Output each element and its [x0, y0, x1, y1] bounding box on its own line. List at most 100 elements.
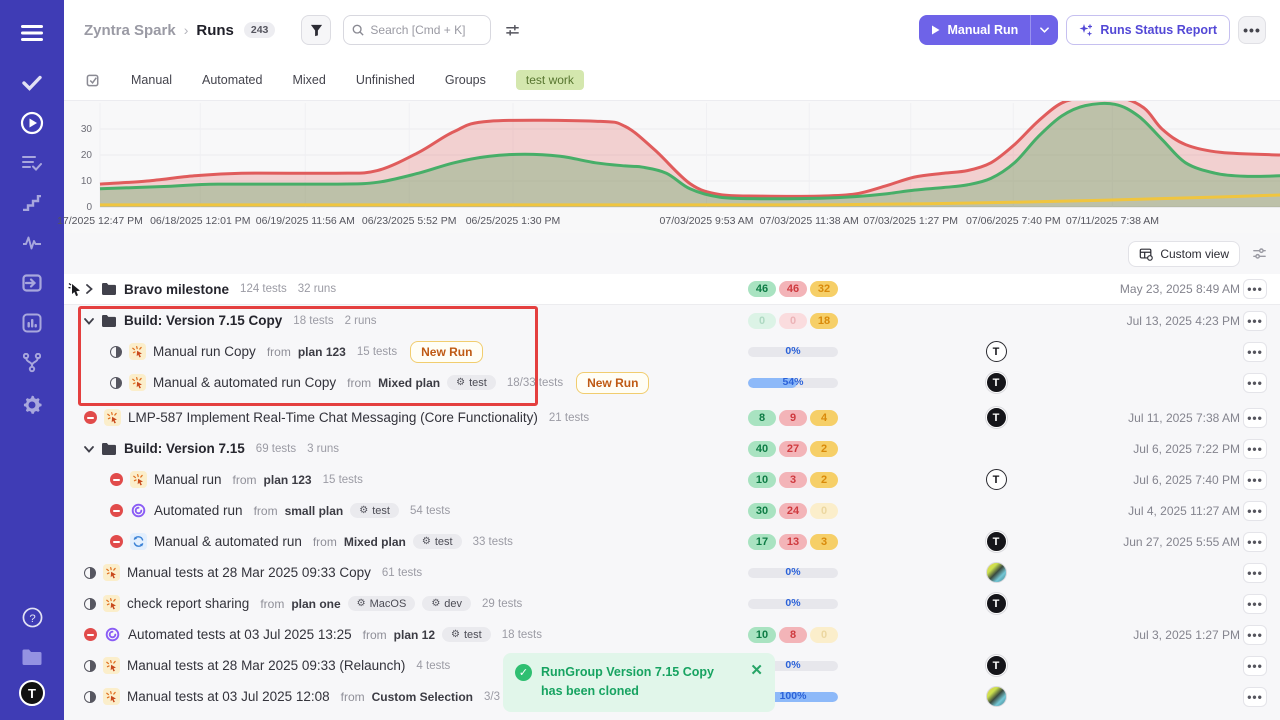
run-group-row[interactable]: Build: Version 7.1569 tests3 runs40272Ju… — [64, 433, 1280, 464]
stat-pill-red: 8 — [779, 627, 807, 643]
row-more-button[interactable]: ••• — [1243, 342, 1267, 362]
row-more-button[interactable]: ••• — [1243, 687, 1267, 707]
mixed-run-icon — [130, 533, 147, 550]
assignee-avatar: T — [986, 407, 1007, 428]
row-more-button[interactable]: ••• — [1243, 594, 1267, 614]
manual-run-button[interactable]: Manual Run — [919, 23, 1030, 37]
row-more-button[interactable]: ••• — [1243, 532, 1267, 552]
stat-pill-red: 46 — [779, 281, 807, 297]
sidebar-item-milestones[interactable] — [15, 186, 49, 220]
sidebar-item-menu[interactable] — [15, 16, 49, 50]
run-row[interactable]: Manual & automated runfromMixed plan⚙tes… — [64, 526, 1280, 557]
row-content: LMP-587 Implement Real-Time Chat Messagi… — [64, 409, 589, 426]
row-more-button[interactable]: ••• — [1243, 470, 1267, 490]
source-plan-name: plan one — [291, 597, 340, 611]
source-plan-name: small plan — [285, 504, 344, 518]
sidebar-item-settings[interactable] — [15, 388, 49, 422]
row-timestamp: Jul 13, 2025 4:23 PM — [1127, 314, 1240, 328]
run-review-icon[interactable] — [86, 73, 101, 88]
custom-view-button[interactable]: Custom view — [1128, 241, 1240, 267]
search-box[interactable] — [343, 15, 491, 45]
run-group-row[interactable]: Bravo milestone124 tests32 runs464632May… — [64, 274, 1280, 305]
run-row[interactable]: Manual runfromplan 12315 tests1032TJul 6… — [64, 464, 1280, 495]
row-more-button[interactable]: ••• — [1243, 501, 1267, 521]
sidebar-item-branches[interactable] — [15, 346, 49, 380]
top-bar: Zyntra Spark › Runs 243 Manual Run — [64, 0, 1280, 60]
stat-pill-red: 9 — [779, 410, 807, 426]
x-axis-tick: 06/23/2025 5:52 PM — [362, 215, 457, 227]
from-label: from — [341, 690, 365, 704]
active-filter-tag[interactable]: test work — [516, 70, 584, 90]
sidebar-item-defects[interactable] — [15, 146, 49, 180]
tab-manual[interactable]: Manual — [131, 73, 172, 87]
row-more-button[interactable]: ••• — [1243, 311, 1267, 331]
row-timestamp: Jul 3, 2025 1:27 PM — [1133, 628, 1240, 642]
filter-button[interactable] — [301, 15, 331, 45]
workspace-avatar[interactable]: T — [19, 680, 45, 706]
progress-percent-label: 0% — [748, 597, 838, 609]
sidebar-item-reports[interactable] — [15, 306, 49, 340]
chevron-down-icon[interactable] — [84, 444, 94, 454]
tab-automated[interactable]: Automated — [202, 73, 262, 87]
tab-groups[interactable]: Groups — [445, 73, 486, 87]
manual-run-dropdown-button[interactable] — [1030, 15, 1058, 45]
run-row[interactable]: Manual & automated run CopyfromMixed pla… — [64, 367, 1280, 398]
assignee-avatar: T — [986, 372, 1007, 393]
row-content: Manual run Copyfromplan 12315 testsNew R… — [64, 341, 483, 363]
row-more-button[interactable]: ••• — [1243, 625, 1267, 645]
row-timestamp: Jul 11, 2025 7:38 AM — [1128, 411, 1240, 425]
assignee-cell: T — [984, 372, 1008, 393]
chevron-right-icon[interactable] — [84, 284, 94, 294]
sparkles-icon — [1079, 23, 1093, 37]
automated-run-icon — [130, 502, 147, 519]
tab-mixed[interactable]: Mixed — [292, 73, 325, 87]
tab-bar: Manual Automated Mixed Unfinished Groups test… — [64, 60, 1280, 100]
from-label: from — [313, 535, 337, 549]
sidebar-item-runs[interactable] — [15, 106, 49, 140]
result-stats: 0018 — [748, 313, 838, 329]
sidebar-item-activity[interactable] — [15, 226, 49, 260]
row-more-button[interactable]: ••• — [1243, 439, 1267, 459]
manual-run-icon — [129, 343, 146, 360]
row-more-button[interactable]: ••• — [1243, 373, 1267, 393]
tests-count-label: 15 tests — [357, 346, 397, 358]
sidebar-item-projects[interactable] — [15, 640, 49, 674]
tab-unfinished[interactable]: Unfinished — [356, 73, 415, 87]
display-settings-button[interactable] — [505, 23, 520, 38]
run-group-row[interactable]: Build: Version 7.15 Copy18 tests2 runs00… — [64, 305, 1280, 336]
sidebar-item-tests[interactable] — [15, 66, 49, 100]
row-more-button[interactable]: ••• — [1243, 656, 1267, 676]
x-axis-tick: 07/03/2025 1:27 PM — [863, 215, 958, 227]
stat-pill-red: 13 — [779, 534, 807, 550]
search-input[interactable] — [370, 23, 480, 37]
sidebar-item-inbox[interactable] — [15, 266, 49, 300]
run-row[interactable]: Automated tests at 03 Jul 2025 13:25from… — [64, 619, 1280, 650]
search-icon — [352, 24, 364, 36]
run-row[interactable]: Manual run Copyfromplan 12315 testsNew R… — [64, 336, 1280, 367]
toast-close-icon[interactable]: ✕ — [750, 663, 763, 702]
row-more-button[interactable]: ••• — [1243, 408, 1267, 428]
runs-status-report-button[interactable]: Runs Status Report — [1066, 15, 1230, 45]
table-settings-icon — [1139, 247, 1153, 261]
from-label: from — [347, 376, 371, 390]
run-row[interactable]: LMP-587 Implement Real-Time Chat Messagi… — [64, 402, 1280, 433]
row-more-button[interactable]: ••• — [1243, 563, 1267, 583]
row-more-button[interactable]: ••• — [1243, 279, 1267, 299]
result-stats: 17133 — [748, 534, 838, 550]
config-chip: ⚙test — [447, 375, 496, 390]
gear-icon: ⚙ — [431, 598, 440, 609]
row-timestamp: Jul 6, 2025 7:22 PM — [1133, 442, 1240, 456]
header-more-button[interactable]: ••• — [1238, 16, 1266, 44]
run-row[interactable]: Automated runfromsmall plan⚙test54 tests… — [64, 495, 1280, 526]
run-row[interactable]: Manual tests at 28 Mar 2025 09:33 Copy61… — [64, 557, 1280, 588]
sidebar-item-help[interactable]: ? — [15, 600, 49, 634]
manual-run-icon — [103, 564, 120, 581]
run-row[interactable]: check report sharingfromplan one⚙MacOS⚙d… — [64, 588, 1280, 619]
breadcrumb-project[interactable]: Zyntra Spark — [84, 22, 176, 39]
progress-percent-label: 0% — [748, 566, 838, 578]
source-plan-name: Mixed plan — [378, 376, 440, 390]
chevron-down-icon[interactable] — [84, 316, 94, 326]
columns-settings-icon[interactable] — [1252, 246, 1267, 261]
runs-trend-chart: 010203017/2025 12:47 PM06/18/2025 12:01 … — [64, 100, 1280, 233]
stat-pill-green: 46 — [748, 281, 776, 297]
